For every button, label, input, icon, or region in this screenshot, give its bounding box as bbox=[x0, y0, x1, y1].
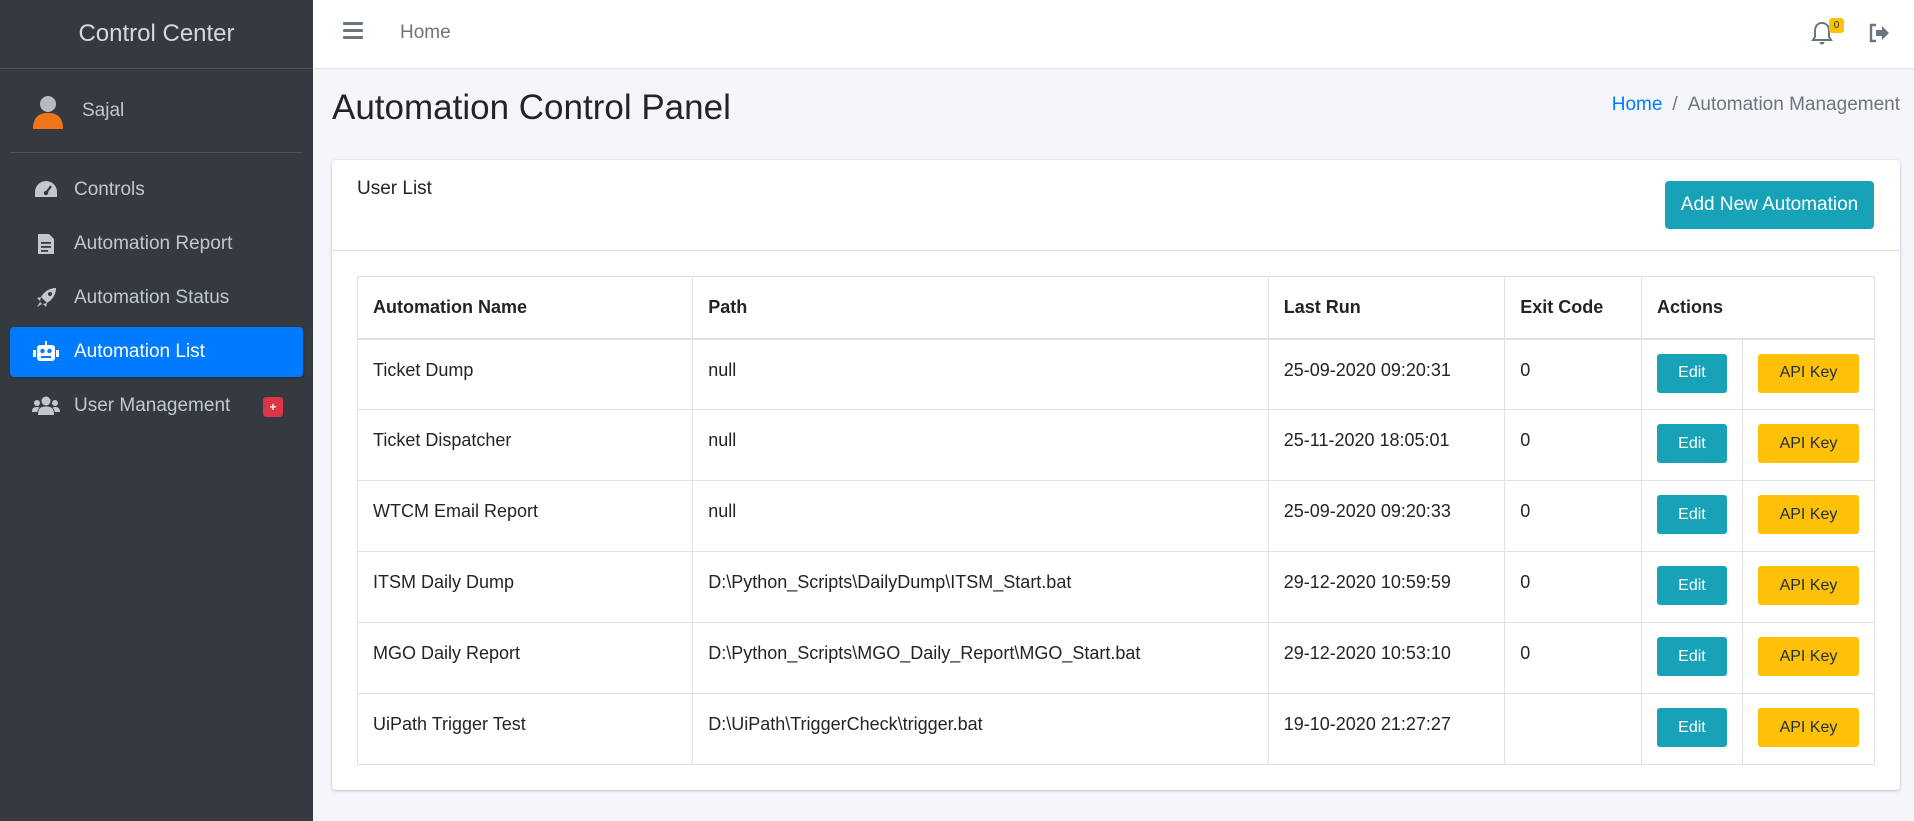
table-header-row: Automation Name Path Last Run Exit Code … bbox=[356, 276, 1876, 340]
cell-last-run: 19-10-2020 21:27:27 bbox=[1267, 693, 1506, 765]
cell-path: null bbox=[692, 409, 1269, 481]
cell-last-run: 25-09-2020 09:20:33 bbox=[1267, 480, 1506, 552]
user-name[interactable]: Sajal bbox=[82, 100, 124, 122]
edit-button[interactable]: Edit bbox=[1656, 637, 1727, 676]
breadcrumb-current: Automation Management bbox=[1687, 94, 1900, 115]
col-header-path: Path bbox=[692, 276, 1269, 340]
cell-automation-name: Ticket Dump bbox=[356, 338, 694, 410]
table-row: Ticket Dispatcher null 25-11-2020 18:05:… bbox=[356, 409, 1876, 481]
sidebar-item-automation-report[interactable]: Automation Report bbox=[10, 219, 303, 269]
edit-button[interactable]: Edit bbox=[1656, 495, 1727, 534]
cell-last-run: 25-09-2020 09:20:31 bbox=[1267, 338, 1506, 410]
breadcrumb: Home / Automation Management bbox=[1612, 94, 1900, 116]
sidebar: Control Center Sajal Controls Automation… bbox=[0, 0, 313, 821]
cell-edit-action: Edit bbox=[1640, 409, 1743, 481]
cell-path: null bbox=[692, 338, 1269, 410]
cell-exit-code: 0 bbox=[1504, 622, 1642, 694]
edit-button[interactable]: Edit bbox=[1656, 424, 1727, 463]
api-key-button[interactable]: API Key bbox=[1757, 566, 1859, 605]
cell-api-action: API Key bbox=[1741, 693, 1876, 765]
cell-path: D:\Python_Scripts\DailyDump\ITSM_Start.b… bbox=[692, 551, 1269, 623]
cell-automation-name: MGO Daily Report bbox=[356, 622, 694, 694]
add-new-automation-button[interactable]: Add New Automation bbox=[1665, 181, 1874, 229]
breadcrumb-home-link[interactable]: Home bbox=[1612, 94, 1663, 116]
edit-button[interactable]: Edit bbox=[1656, 353, 1727, 393]
file-report-icon bbox=[32, 232, 60, 256]
api-key-button[interactable]: API Key bbox=[1757, 424, 1859, 463]
user-panel[interactable]: Sajal bbox=[10, 69, 303, 153]
cell-exit-code: 0 bbox=[1504, 480, 1642, 552]
cell-exit-code: 0 bbox=[1504, 338, 1642, 410]
sidebar-item-automation-list[interactable]: Automation List bbox=[10, 327, 303, 377]
rocket-icon bbox=[32, 286, 60, 310]
sidebar-item-label: Automation List bbox=[74, 341, 205, 362]
cell-edit-action: Edit bbox=[1640, 338, 1743, 410]
sidebar-item-label: User Management bbox=[74, 395, 231, 416]
table-row: MGO Daily Report D:\Python_Scripts\MGO_D… bbox=[356, 622, 1876, 694]
col-header-automation-name: Automation Name bbox=[356, 276, 694, 340]
user-avatar-icon bbox=[33, 95, 63, 129]
menu-icon[interactable] bbox=[343, 22, 363, 44]
breadcrumb-separator: / bbox=[1672, 94, 1678, 115]
api-key-button[interactable]: API Key bbox=[1757, 637, 1859, 676]
automation-list-card: User List Add New Automation Automation … bbox=[332, 160, 1900, 790]
cell-api-action: API Key bbox=[1741, 551, 1876, 623]
cell-api-action: API Key bbox=[1741, 409, 1876, 481]
tachometer-icon bbox=[32, 178, 60, 202]
users-icon bbox=[32, 394, 60, 418]
cell-automation-name: UiPath Trigger Test bbox=[356, 693, 694, 765]
col-header-last-run: Last Run bbox=[1267, 276, 1506, 340]
cell-api-action: API Key bbox=[1741, 338, 1876, 410]
new-badge: + bbox=[263, 397, 283, 417]
logout-icon[interactable] bbox=[1868, 22, 1890, 44]
cell-exit-code bbox=[1504, 693, 1642, 765]
cell-edit-action: Edit bbox=[1640, 551, 1743, 623]
cell-edit-action: Edit bbox=[1640, 480, 1743, 552]
cell-last-run: 29-12-2020 10:53:10 bbox=[1267, 622, 1506, 694]
sidebar-item-user-management[interactable]: User Management + bbox=[10, 381, 303, 431]
col-header-actions: Actions bbox=[1640, 276, 1876, 340]
cell-path: D:\Python_Scripts\MGO_Daily_Report\MGO_S… bbox=[692, 622, 1269, 694]
top-navbar: Home 0 bbox=[313, 0, 1914, 69]
automation-table: Automation Name Path Last Run Exit Code … bbox=[356, 276, 1876, 765]
api-key-button[interactable]: API Key bbox=[1757, 353, 1859, 393]
cell-path: null bbox=[692, 480, 1269, 552]
card-header: User List Add New Automation bbox=[332, 160, 1900, 251]
col-header-exit-code: Exit Code bbox=[1504, 276, 1642, 340]
brand-title[interactable]: Control Center bbox=[0, 0, 313, 69]
page-title: Automation Control Panel bbox=[332, 88, 731, 127]
cell-edit-action: Edit bbox=[1640, 622, 1743, 694]
cell-path: D:\UiPath\TriggerCheck\trigger.bat bbox=[692, 693, 1269, 765]
robot-icon bbox=[32, 340, 60, 364]
table-row: Ticket Dump null 25-09-2020 09:20:31 0 E… bbox=[356, 338, 1876, 410]
notification-count-badge: 0 bbox=[1829, 18, 1844, 33]
cell-automation-name: ITSM Daily Dump bbox=[356, 551, 694, 623]
table-row: UiPath Trigger Test D:\UiPath\TriggerChe… bbox=[356, 693, 1876, 765]
sidebar-item-label: Controls bbox=[74, 179, 145, 200]
sidebar-item-label: Automation Report bbox=[74, 233, 233, 254]
table-row: ITSM Daily Dump D:\Python_Scripts\DailyD… bbox=[356, 551, 1876, 623]
cell-exit-code: 0 bbox=[1504, 551, 1642, 623]
api-key-button[interactable]: API Key bbox=[1757, 495, 1859, 534]
edit-button[interactable]: Edit bbox=[1656, 566, 1727, 605]
table-row: WTCM Email Report null 25-09-2020 09:20:… bbox=[356, 480, 1876, 552]
cell-automation-name: Ticket Dispatcher bbox=[356, 409, 694, 481]
sidebar-item-automation-status[interactable]: Automation Status bbox=[10, 273, 303, 323]
sidebar-item-controls[interactable]: Controls bbox=[10, 165, 303, 215]
sidebar-item-label: Automation Status bbox=[74, 287, 230, 308]
cell-last-run: 29-12-2020 10:59:59 bbox=[1267, 551, 1506, 623]
cell-api-action: API Key bbox=[1741, 622, 1876, 694]
cell-api-action: API Key bbox=[1741, 480, 1876, 552]
edit-button[interactable]: Edit bbox=[1656, 708, 1727, 747]
api-key-button[interactable]: API Key bbox=[1757, 708, 1859, 747]
cell-edit-action: Edit bbox=[1640, 693, 1743, 765]
card-title: User List bbox=[357, 178, 432, 199]
cell-last-run: 25-11-2020 18:05:01 bbox=[1267, 409, 1506, 481]
sidebar-nav: Controls Automation Report Automation St… bbox=[0, 165, 313, 431]
cell-automation-name: WTCM Email Report bbox=[356, 480, 694, 552]
cell-exit-code: 0 bbox=[1504, 409, 1642, 481]
top-home-link[interactable]: Home bbox=[400, 22, 451, 44]
